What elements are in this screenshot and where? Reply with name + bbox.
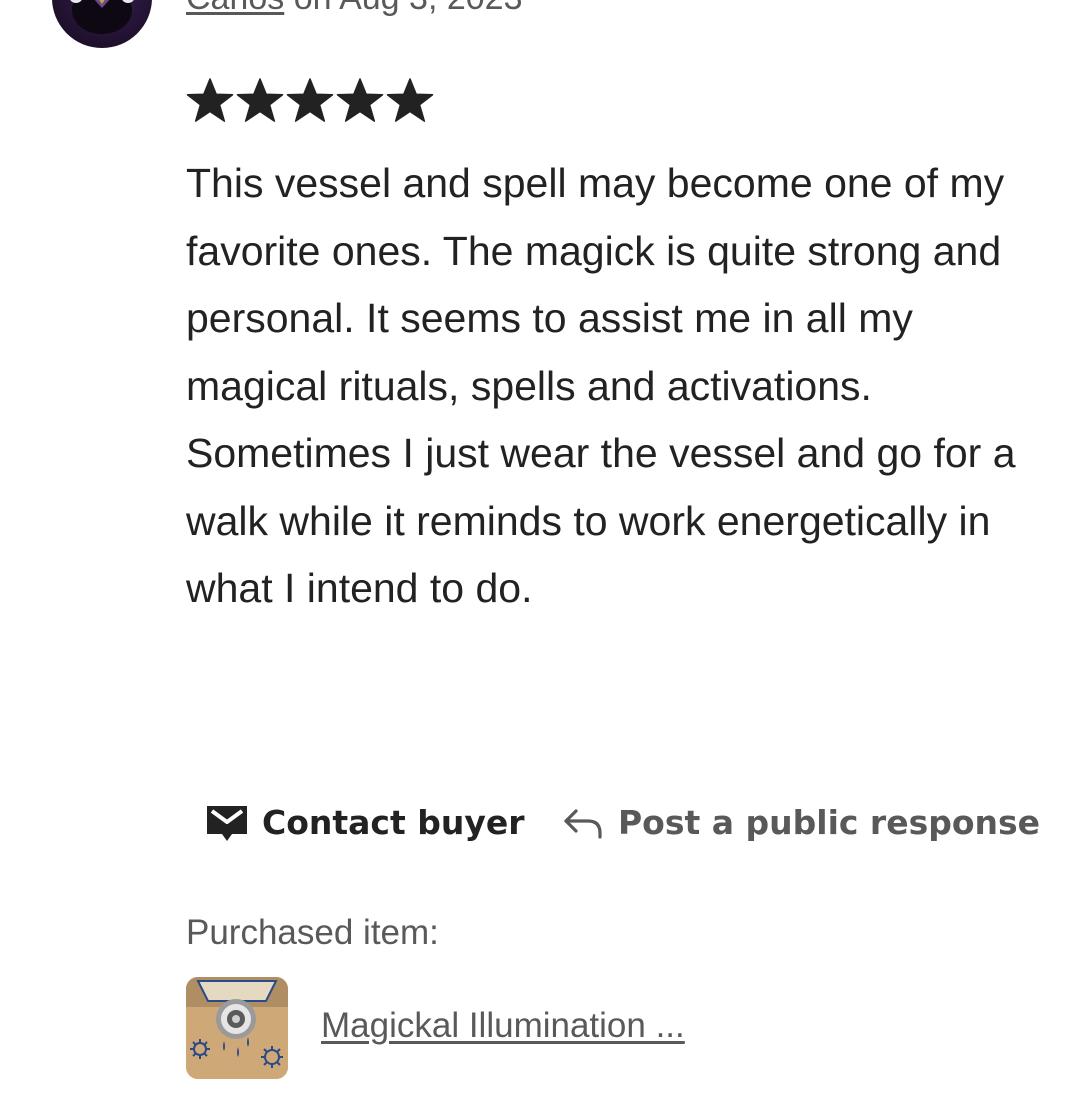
reviewer-avatar[interactable] [52, 0, 152, 48]
reviewer-line: Carlos on Aug 3, 2023 [186, 0, 522, 18]
star-icon [286, 76, 334, 126]
reply-arrow-icon [562, 805, 604, 841]
review-text: This vessel and spell may become one of … [186, 160, 1016, 611]
post-public-response-button[interactable]: Post a public response [562, 800, 1040, 846]
star-icon [336, 76, 384, 126]
star-rating [186, 76, 434, 126]
purchased-item-link[interactable]: Magickal Illumination ... [321, 1005, 685, 1047]
star-icon [386, 76, 434, 126]
contact-buyer-label: Contact buyer [262, 803, 525, 842]
star-icon [236, 76, 284, 126]
reviewer-name-link[interactable]: Carlos [186, 0, 284, 17]
star-icon [186, 76, 234, 126]
envelope-icon [206, 803, 248, 843]
purchased-item-thumbnail[interactable] [186, 977, 288, 1079]
purchased-item-label: Purchased item: [186, 913, 439, 952]
review-date: on Aug 3, 2023 [294, 0, 523, 17]
contact-buyer-button[interactable]: Contact buyer [206, 800, 525, 846]
public-response-label: Post a public response [618, 803, 1041, 842]
